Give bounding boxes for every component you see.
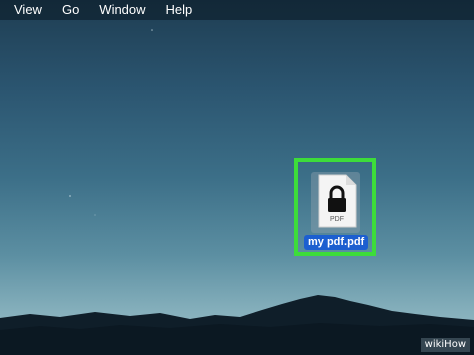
menu-bar: View Go Window Help [0,0,474,20]
menu-view[interactable]: View [14,0,42,20]
menu-window[interactable]: Window [99,0,145,20]
menu-help[interactable]: Help [166,0,193,20]
wikihow-watermark: wikiHow [420,338,470,352]
pdf-file-highlight[interactable]: PDF my pdf.pdf [294,158,376,256]
menu-go[interactable]: Go [62,0,79,20]
desktop[interactable]: View Go Window Help PDF my pdf.pdf wikiH… [0,0,474,355]
file-name-label[interactable]: my pdf.pdf [304,235,369,250]
mountain-silhouette [0,295,474,355]
pdf-type-label: PDF [330,216,344,223]
